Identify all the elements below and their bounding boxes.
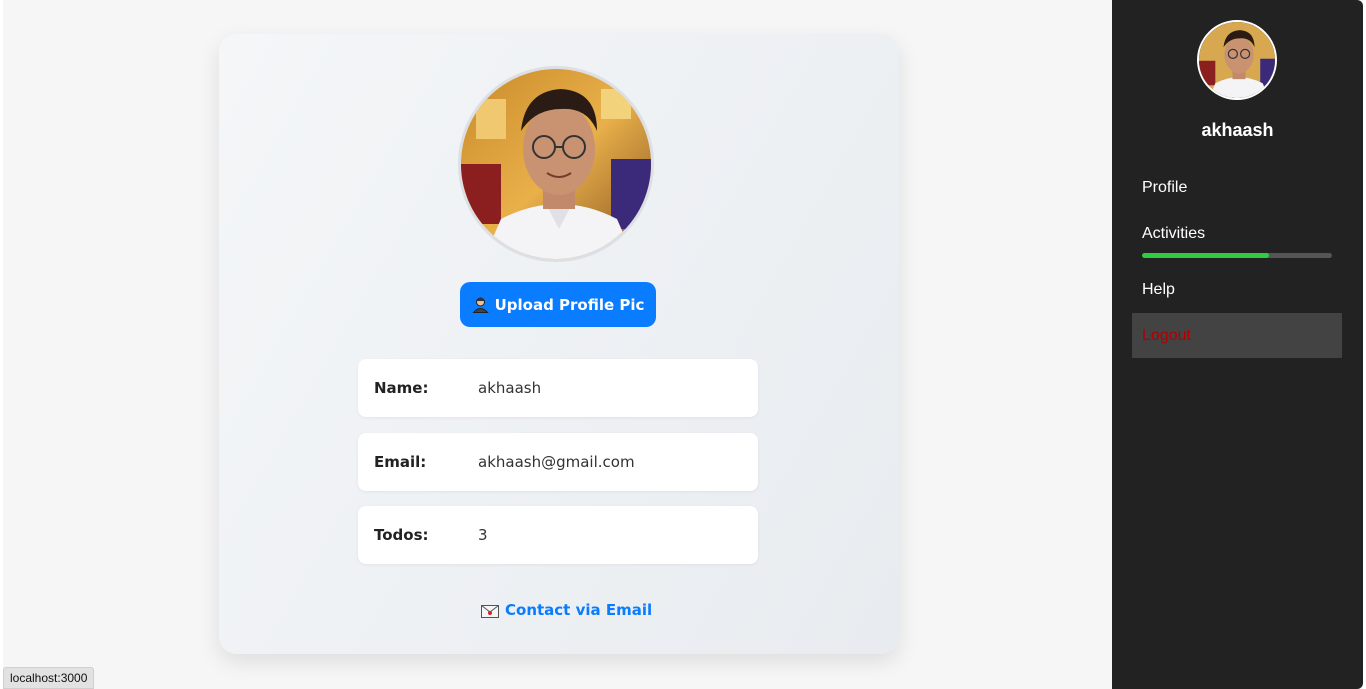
logout-label: Logout — [1142, 326, 1191, 344]
profile-photo-image — [461, 69, 651, 259]
name-field: Name: akhaash — [358, 359, 758, 417]
person-icon — [471, 296, 489, 313]
profile-photo — [458, 66, 654, 262]
email-field: Email: akhaash@gmail.com — [358, 433, 758, 491]
main-content: Upload Profile Pic Name: akhaash Email: … — [3, 0, 1112, 689]
sidebar-item-activities[interactable]: Activities — [1142, 225, 1205, 243]
sidebar-item-help[interactable]: Help — [1142, 281, 1175, 299]
name-value: akhaash — [478, 379, 542, 397]
sidebar-item-logout[interactable]: Logout — [1132, 313, 1342, 358]
sidebar-avatar-image — [1199, 22, 1275, 98]
activities-progress-bar — [1142, 253, 1332, 258]
activities-progress-fill — [1142, 253, 1270, 258]
contact-link-label: Contact via Email — [505, 601, 653, 619]
todos-label: Todos: — [374, 526, 429, 544]
contact-via-email-link[interactable]: Contact via Email — [481, 600, 652, 620]
profile-card: Upload Profile Pic Name: akhaash Email: … — [219, 34, 899, 654]
app-viewport: Upload Profile Pic Name: akhaash Email: … — [0, 0, 1366, 689]
email-label: Email: — [374, 453, 427, 471]
sidebar-username: akhaash — [1201, 120, 1274, 140]
envelope-icon — [481, 604, 499, 618]
upload-profile-pic-button[interactable]: Upload Profile Pic — [460, 282, 656, 327]
sidebar-avatar — [1197, 20, 1277, 100]
name-label: Name: — [374, 379, 429, 397]
upload-button-label: Upload Profile Pic — [494, 295, 645, 314]
status-url: localhost:3000 — [10, 671, 88, 685]
browser-status-bar: localhost:3000 — [3, 667, 95, 689]
todos-field: Todos: 3 — [358, 506, 758, 564]
sidebar: akhaash Profile Activities Help Logout — [1112, 0, 1363, 689]
email-value: akhaash@gmail.com — [478, 453, 635, 471]
sidebar-item-profile[interactable]: Profile — [1142, 179, 1187, 197]
todos-value: 3 — [478, 526, 488, 544]
